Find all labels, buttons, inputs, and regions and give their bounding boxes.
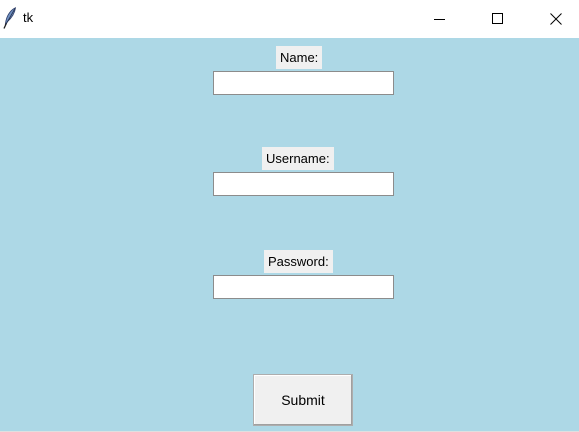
name-field[interactable] (213, 71, 394, 95)
form-panel: Name: Username: Password: Submit (0, 38, 579, 431)
minimize-icon (434, 19, 445, 20)
maximize-icon (492, 13, 503, 24)
name-label: Name: (276, 46, 323, 69)
feather-icon (3, 7, 17, 29)
submit-button[interactable]: Submit (253, 374, 353, 426)
minimize-button[interactable] (417, 0, 463, 38)
password-label: Password: (264, 250, 333, 273)
password-field[interactable] (213, 275, 394, 299)
username-label: Username: (262, 147, 334, 170)
close-button[interactable] (533, 0, 579, 38)
title-bar[interactable]: tk (0, 0, 579, 38)
app-window: tk Name: Username: Password: Submit (0, 0, 579, 432)
window-title: tk (23, 10, 34, 25)
close-icon (550, 13, 562, 25)
maximize-button[interactable] (475, 0, 521, 38)
username-field[interactable] (213, 172, 394, 196)
